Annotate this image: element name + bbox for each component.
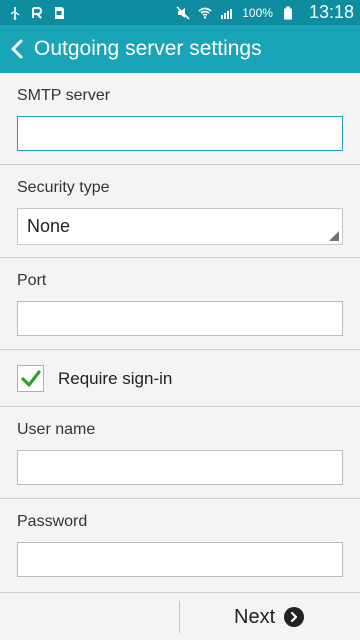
smtp-server-section: SMTP server bbox=[0, 73, 360, 165]
sync-icon bbox=[30, 6, 44, 20]
signal-icon bbox=[220, 6, 234, 20]
dropdown-arrow-icon bbox=[329, 231, 339, 241]
battery-text: 100% bbox=[242, 5, 273, 20]
require-signin-label: Require sign-in bbox=[58, 369, 173, 388]
username-input[interactable] bbox=[17, 450, 343, 485]
port-input[interactable] bbox=[17, 301, 343, 336]
battery-icon bbox=[281, 6, 295, 20]
port-section: Port bbox=[0, 258, 360, 350]
wifi-icon bbox=[198, 6, 212, 20]
security-type-label: Security type bbox=[17, 179, 110, 196]
chevron-left-icon bbox=[11, 39, 23, 59]
require-signin-checkbox[interactable] bbox=[17, 365, 44, 392]
username-label: User name bbox=[17, 421, 96, 438]
mute-icon bbox=[176, 5, 190, 20]
bottom-bar: Next bbox=[0, 592, 360, 640]
require-signin-section: Require sign-in bbox=[0, 350, 360, 407]
smtp-server-label: SMTP server bbox=[17, 87, 111, 104]
username-section: User name bbox=[0, 407, 360, 499]
port-label: Port bbox=[17, 272, 47, 289]
bottom-divider bbox=[179, 601, 180, 633]
status-right: 100% 13:18 bbox=[176, 2, 354, 23]
app-bar: Outgoing server settings bbox=[0, 25, 360, 73]
password-section: Password bbox=[0, 499, 360, 592]
sd-card-icon bbox=[52, 6, 66, 20]
page-title: Outgoing server settings bbox=[34, 37, 262, 60]
next-button[interactable]: Next bbox=[234, 603, 305, 631]
back-button[interactable] bbox=[8, 35, 26, 63]
status-left bbox=[8, 6, 66, 20]
time-text: 13:18 bbox=[308, 2, 354, 22]
security-type-selected: None bbox=[27, 216, 71, 236]
security-type-section: Security type None bbox=[0, 165, 360, 258]
checkmark-icon bbox=[20, 369, 41, 387]
chevron-right-circle-icon bbox=[284, 607, 305, 627]
password-label: Password bbox=[17, 513, 88, 530]
next-label: Next bbox=[234, 605, 276, 628]
usb-icon bbox=[8, 6, 22, 20]
status-bar: 100% 13:18 bbox=[0, 0, 360, 25]
password-input[interactable] bbox=[17, 542, 343, 577]
security-type-dropdown[interactable]: None bbox=[17, 208, 343, 245]
smtp-server-input[interactable] bbox=[17, 116, 343, 151]
